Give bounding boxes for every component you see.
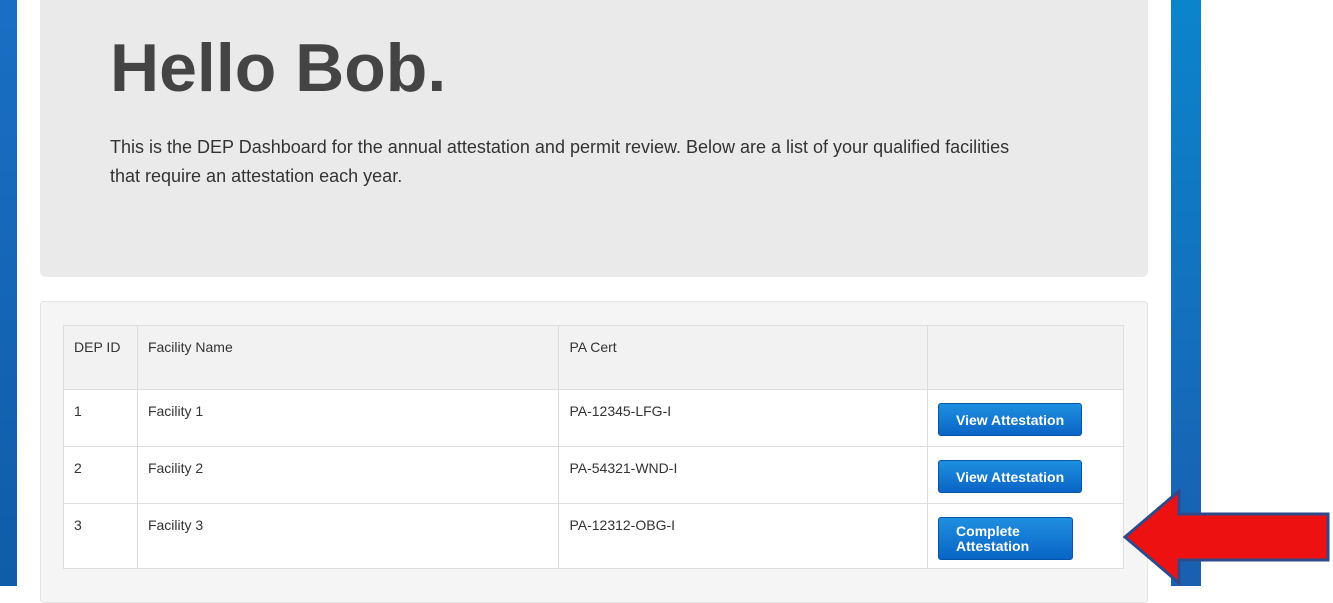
header-facility-name: Facility Name: [136, 325, 560, 390]
left-edge-bar: [0, 0, 17, 586]
cell-dep-id: 3: [63, 503, 138, 569]
greeting-heading: Hello Bob.: [110, 30, 447, 106]
cell-facility-name: Facility 1: [136, 389, 560, 447]
table-row: 2 Facility 2 PA-54321-WND-I View Attesta…: [63, 446, 1124, 504]
cell-pa-cert: PA-54321-WND-I: [558, 446, 929, 504]
facilities-table: DEP ID Facility Name PA Cert 1 Facility …: [63, 325, 1124, 569]
header-actions: [927, 325, 1124, 390]
view-attestation-button[interactable]: View Attestation: [938, 460, 1083, 493]
cell-pa-cert: PA-12312-OBG-I: [558, 503, 929, 569]
table-header-row: DEP ID Facility Name PA Cert: [63, 325, 1124, 390]
header-pa-cert: PA Cert: [558, 325, 929, 390]
cell-action: View Attestation: [927, 446, 1124, 504]
cell-action: Complete Attestation: [927, 503, 1124, 569]
red-arrow-left-icon: [1122, 488, 1330, 586]
cell-dep-id: 2: [63, 446, 138, 504]
welcome-jumbotron: Hello Bob. This is the DEP Dashboard for…: [40, 0, 1148, 277]
cell-facility-name: Facility 3: [136, 503, 560, 569]
dashboard-description: This is the DEP Dashboard for the annual…: [110, 137, 1010, 186]
table-row: 1 Facility 1 PA-12345-LFG-I View Attesta…: [63, 389, 1124, 447]
view-attestation-button[interactable]: View Attestation: [938, 403, 1083, 436]
cell-pa-cert: PA-12345-LFG-I: [558, 389, 929, 447]
header-dep-id: DEP ID: [63, 325, 138, 390]
cell-action: View Attestation: [927, 389, 1124, 447]
cell-dep-id: 1: [63, 389, 138, 447]
complete-attestation-button[interactable]: Complete Attestation: [938, 517, 1074, 560]
cell-facility-name: Facility 2: [136, 446, 560, 504]
table-row: 3 Facility 3 PA-12312-OBG-I Complete Att…: [63, 503, 1124, 569]
